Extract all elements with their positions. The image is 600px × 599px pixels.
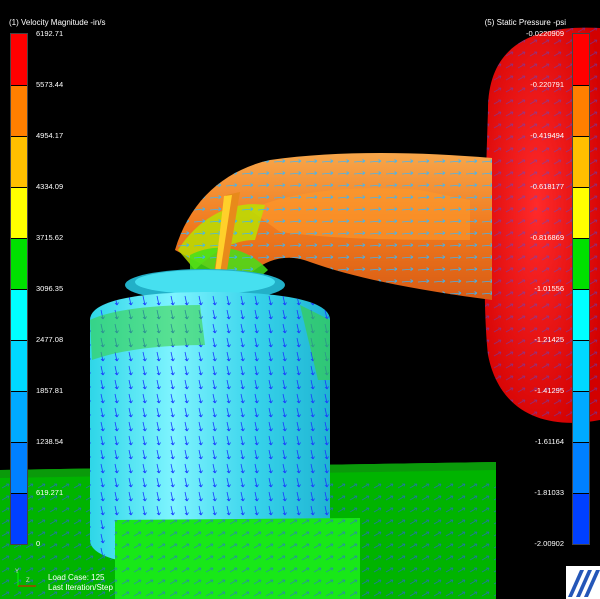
- legend-label: -1.01556: [534, 284, 564, 293]
- legend-label: 1238.54: [36, 437, 64, 446]
- pressure-legend-title: (5) Static Pressure -psi: [484, 18, 566, 27]
- legend-band: [573, 136, 589, 187]
- legend-band: [573, 238, 589, 289]
- legend-tick: [11, 289, 27, 290]
- legend-label: 3715.62: [36, 233, 64, 242]
- legend-label: 3096.35: [36, 284, 64, 293]
- legend-band: [11, 391, 27, 442]
- legend-band: [573, 493, 589, 544]
- legend-band: [573, 391, 589, 442]
- legend-label: -2.00902: [534, 539, 564, 548]
- legend-label: -1.81033: [534, 488, 564, 497]
- axis-z-label: Z: [26, 578, 30, 584]
- legend-tick: [11, 442, 27, 443]
- legend-label: -1.21425: [534, 335, 564, 344]
- legend-band: [573, 442, 589, 493]
- legend-tick: [11, 238, 27, 239]
- legend-label: -1.61164: [534, 437, 564, 446]
- legend-label: 0: [36, 539, 41, 548]
- legend-label: -0.419494: [530, 131, 564, 140]
- legend-label: 6192.71: [36, 29, 64, 38]
- cfd-viewport[interactable]: (1) Velocity Magnitude -in/s 6192.71 5573…: [0, 0, 600, 599]
- legend-tick: [11, 85, 27, 86]
- legend-tick: [573, 136, 589, 137]
- legend-tick: [11, 391, 27, 392]
- legend-band: [573, 187, 589, 238]
- legend-label: -0.618177: [530, 182, 564, 191]
- legend-tick: [573, 493, 589, 494]
- legend-tick: [573, 289, 589, 290]
- flow-scene[interactable]: [0, 0, 600, 599]
- legend-label: 2477.08: [36, 335, 64, 344]
- load-case-status: Load Case: 125 Last Iteration/Step: [48, 573, 113, 593]
- load-case-line: Load Case: 125: [48, 573, 105, 582]
- legend-band: [11, 85, 27, 136]
- legend-tick: [573, 85, 589, 86]
- legend-label: 4334.09: [36, 182, 64, 191]
- pressure-color-bar: [572, 33, 590, 545]
- legend-tick: [573, 391, 589, 392]
- legend-tick: [11, 136, 27, 137]
- axis-y-label: Y: [15, 569, 19, 575]
- legend-band: [573, 34, 589, 85]
- legend-band: [573, 289, 589, 340]
- legend-tick: [11, 340, 27, 341]
- legend-band: [11, 187, 27, 238]
- legend-tick: [573, 187, 589, 188]
- velocity-legend-title: (1) Velocity Magnitude -in/s: [9, 18, 106, 27]
- legend-label: -1.41295: [534, 386, 564, 395]
- legend-tick: [11, 187, 27, 188]
- legend-band: [11, 493, 27, 544]
- legend-label: 5573.44: [36, 80, 64, 89]
- legend-label: -0.816869: [530, 233, 564, 242]
- legend-label: 4954.17: [36, 131, 64, 140]
- legend-tick: [573, 442, 589, 443]
- legend-band: [11, 34, 27, 85]
- velocity-color-bar: [10, 33, 28, 545]
- legend-band: [11, 442, 27, 493]
- legend-band: [573, 340, 589, 391]
- legend-label: -0.220791: [530, 80, 564, 89]
- iteration-line: Last Iteration/Step: [48, 583, 113, 592]
- legend-band: [573, 85, 589, 136]
- legend-band: [11, 136, 27, 187]
- legend-tick: [11, 493, 27, 494]
- legend-label: 619.271: [36, 488, 64, 497]
- legend-tick: [573, 238, 589, 239]
- legend-band: [11, 340, 27, 391]
- legend-label: -0.0220909: [526, 29, 564, 38]
- legend-tick: [573, 340, 589, 341]
- legend-label: 1857.81: [36, 386, 64, 395]
- app-logo-icon: [566, 566, 600, 599]
- axis-triad-icon: Y Z: [12, 568, 42, 592]
- legend-band: [11, 238, 27, 289]
- legend-band: [11, 289, 27, 340]
